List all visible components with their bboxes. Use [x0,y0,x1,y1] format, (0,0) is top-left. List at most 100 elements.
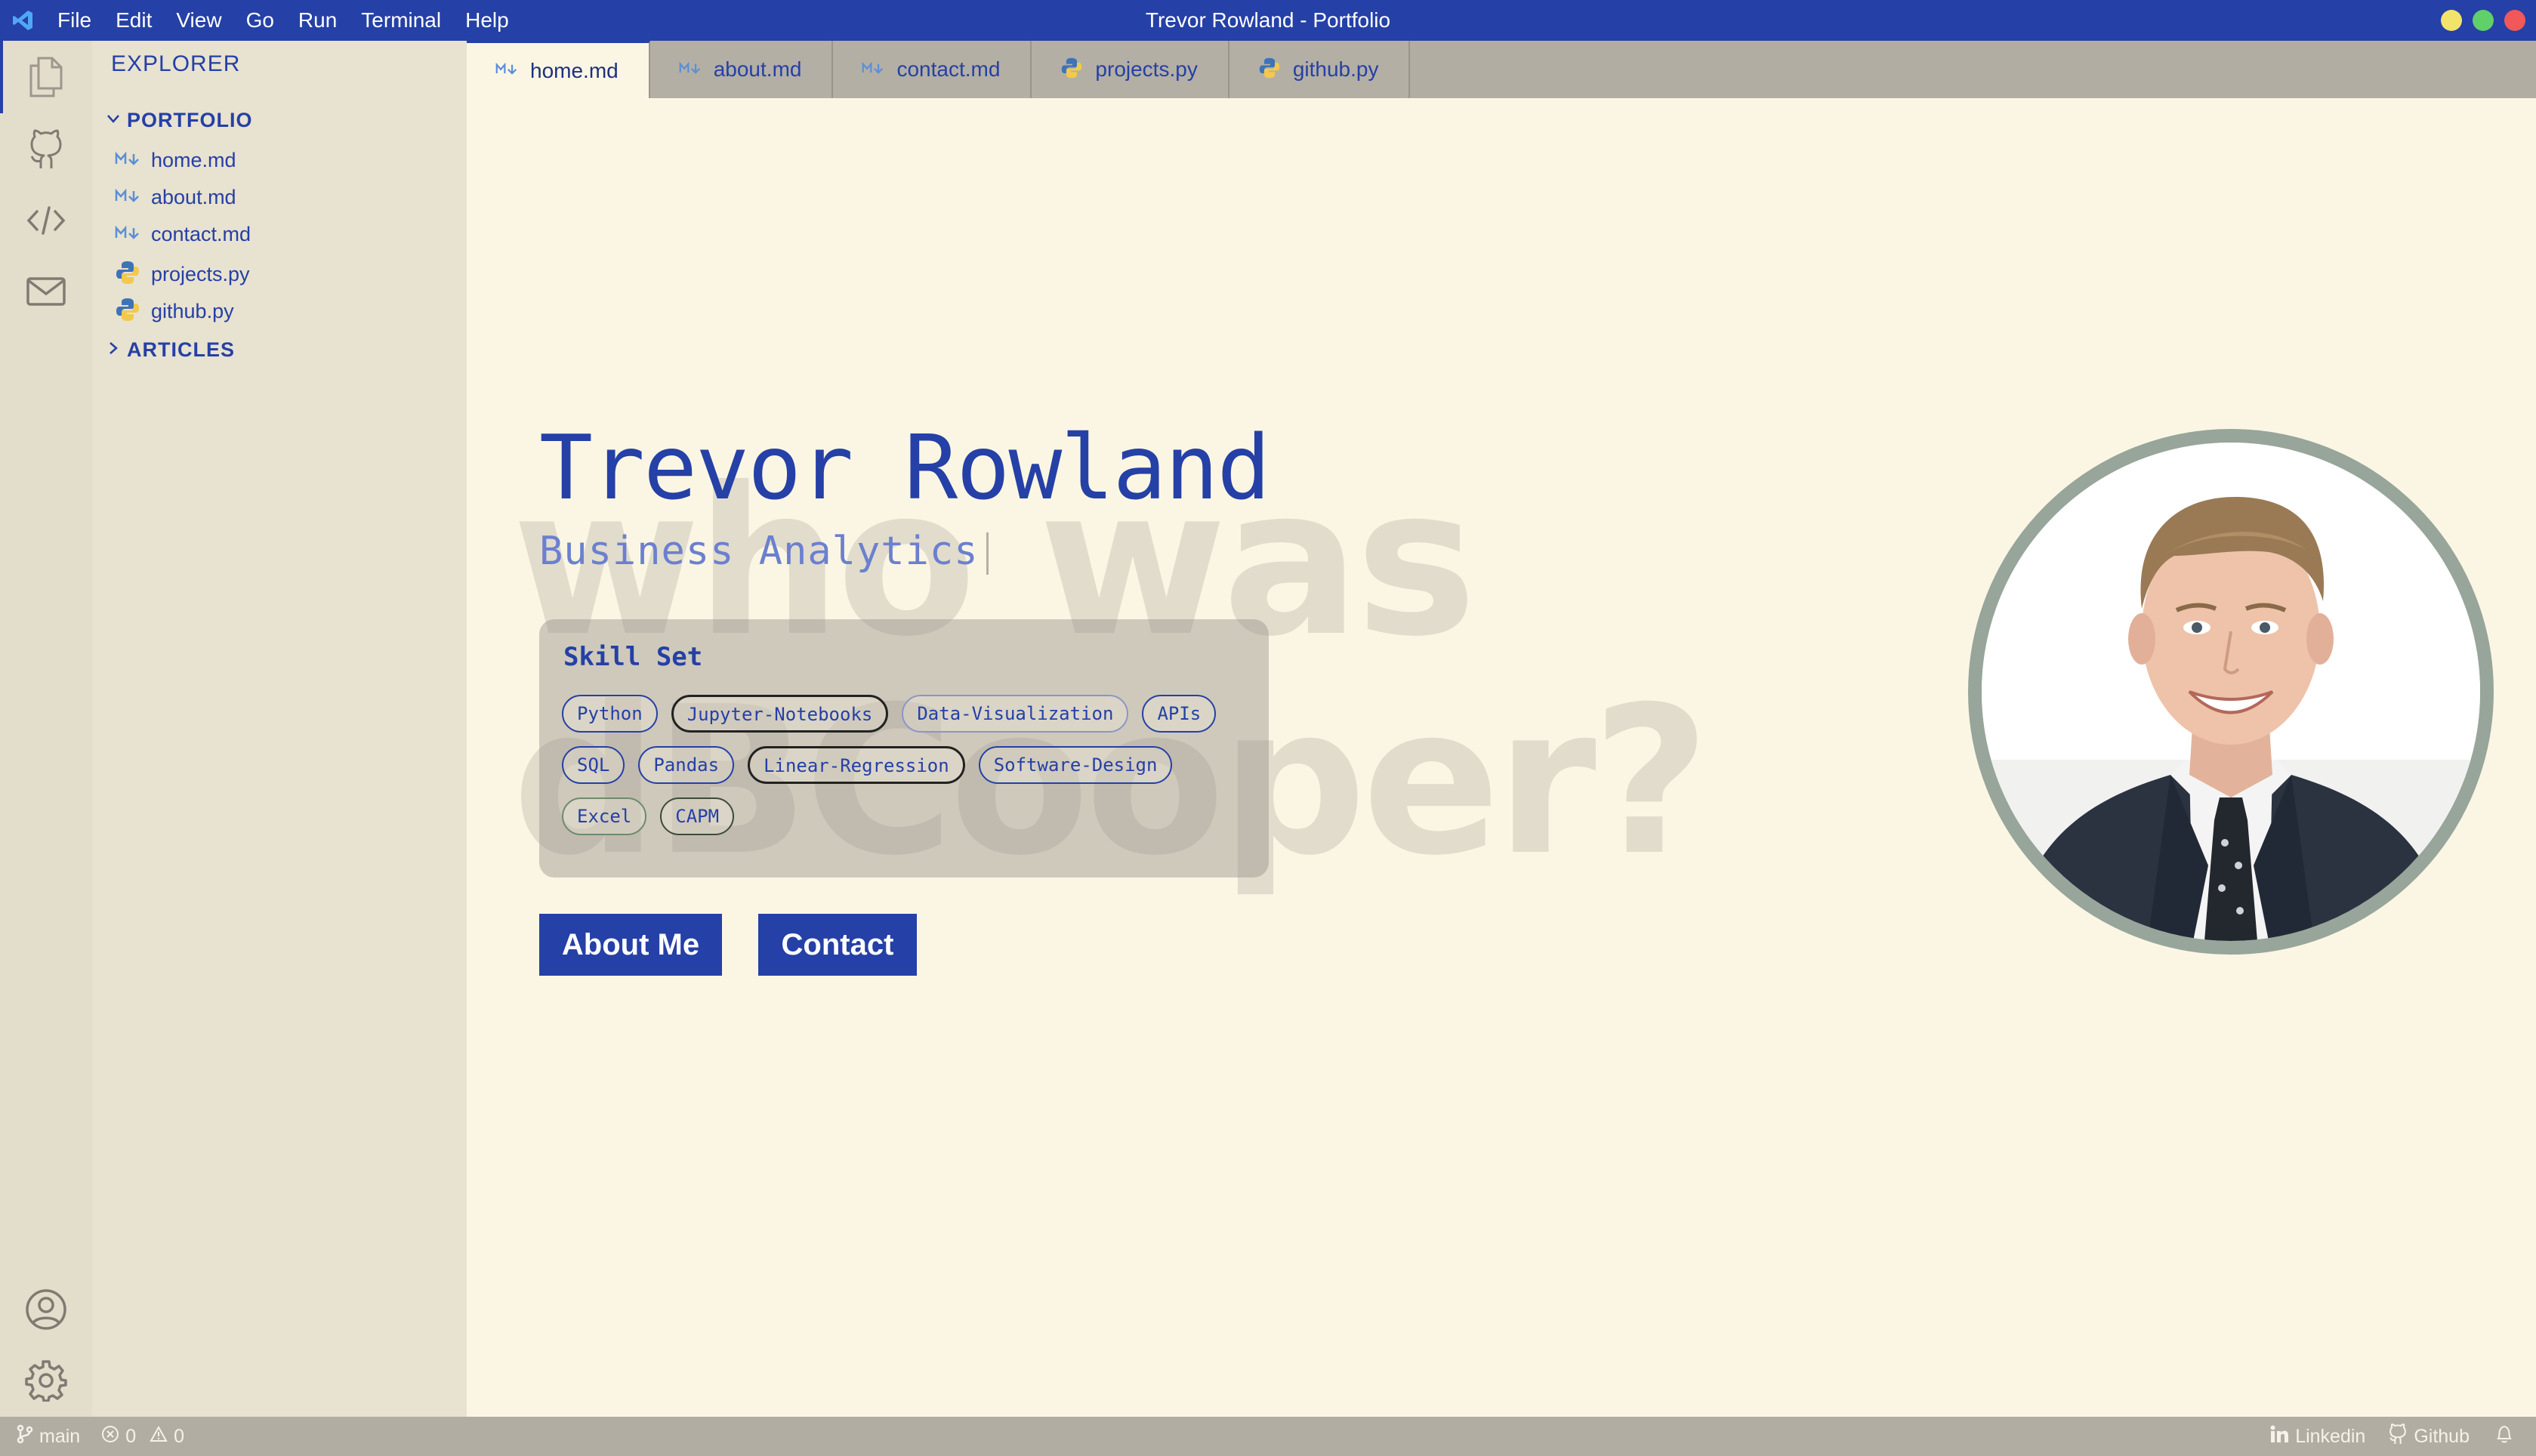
activity-bar [0,41,92,1417]
warning-count: 0 [174,1425,184,1447]
skill-row: Python Jupyter-Notebooks Data-Visualizat… [562,695,1217,733]
skill-row: SQL Pandas Linear-Regression Software-De… [562,746,1173,784]
menu-help[interactable]: Help [453,8,521,32]
github-label: Github [2414,1425,2470,1447]
about-me-button[interactable]: About Me [539,914,722,976]
github-link[interactable]: Github [2388,1423,2470,1450]
python-icon [115,297,140,326]
file-label: about.md [151,186,236,208]
menu-terminal[interactable]: Terminal [349,8,453,32]
chevron-down-icon [106,111,121,130]
markdown-icon [115,151,140,169]
minimize-button[interactable] [2441,10,2462,31]
linkedin-icon [2269,1424,2289,1449]
markdown-icon [862,61,884,78]
explorer-title: EXPLORER [111,51,241,76]
linkedin-label: Linkedin [2295,1425,2366,1447]
tab-projects-py[interactable]: projects.py [1032,41,1229,98]
title-bar: File Edit View Go Run Terminal Help Trev… [0,0,2536,41]
file-home-md[interactable]: home.md [115,149,236,172]
editor-area: who was dBCooper? Trevor Rowland Busines… [467,98,2536,1417]
close-button[interactable] [2504,10,2525,31]
skill-chip: Jupyter-Notebooks [671,695,889,733]
tab-label: about.md [713,57,802,81]
settings-icon[interactable] [23,1358,69,1403]
file-label: projects.py [151,263,250,285]
file-label: contact.md [151,223,251,245]
warning-icon [150,1425,168,1448]
files-icon[interactable] [23,54,69,100]
skill-set-title: Skill Set [563,642,703,672]
branch-indicator[interactable]: main [17,1424,80,1449]
file-about-md[interactable]: about.md [115,186,236,209]
folder-label: PORTFOLIO [127,109,253,131]
file-github-py[interactable]: github.py [115,297,234,326]
skill-chip: Pandas [638,746,735,784]
hero-subtitle: Business Analytics [539,529,989,575]
skill-chip: APIs [1142,695,1217,733]
file-label: github.py [151,300,234,322]
bell-icon [2495,1424,2513,1449]
maximize-button[interactable] [2473,10,2494,31]
notifications-button[interactable] [2495,1424,2513,1449]
github-icon [2388,1423,2408,1450]
skill-chip: Linear-Regression [748,746,965,784]
tab-label: projects.py [1095,57,1198,81]
python-icon [1258,57,1281,83]
folder-articles[interactable]: ARTICLES [106,338,235,362]
tab-github-py[interactable]: github.py [1229,41,1411,98]
subtitle-text: Business Analytics [539,529,979,574]
skill-chip: CAPM [660,797,735,835]
error-count: 0 [125,1425,137,1447]
menu-edit[interactable]: Edit [103,8,164,32]
hero-name: Trevor Rowland [539,415,1271,520]
python-icon [115,260,140,289]
mail-icon[interactable] [23,269,69,314]
tab-about-md[interactable]: about.md [649,41,834,98]
profile-photo [1968,429,2494,955]
problems-indicator[interactable]: 0 0 [101,1425,184,1448]
skill-chip: SQL [562,746,625,784]
vscode-logo-icon [0,0,45,41]
python-icon [1060,57,1083,83]
folder-label: ARTICLES [127,338,235,361]
skill-chip: Python [562,695,658,733]
code-icon[interactable] [23,198,69,243]
markdown-icon [495,62,518,79]
contact-button[interactable]: Contact [758,914,917,976]
markdown-icon [115,188,140,206]
linkedin-link[interactable]: Linkedin [2269,1424,2365,1449]
account-icon[interactable] [23,1287,69,1332]
tab-label: home.md [530,58,619,82]
menu-file[interactable]: File [45,8,103,32]
skill-chip: Excel [562,797,647,835]
file-contact-md[interactable]: contact.md [115,223,251,246]
markdown-icon [679,61,702,78]
skill-set-panel: Skill Set Python Jupyter-Notebooks Data-… [539,619,1269,878]
git-branch-icon [17,1424,33,1449]
github-icon[interactable] [23,127,69,172]
skill-chip: Data-Visualization [902,695,1129,733]
error-icon [101,1425,119,1448]
explorer-sidebar: EXPLORER PORTFOLIO home.md about.md cont… [92,41,467,1417]
window-controls [2441,10,2525,31]
skill-chip: Software-Design [978,746,1173,784]
markdown-icon [115,225,140,243]
menu-bar: File Edit View Go Run Terminal Help [45,0,521,41]
folder-portfolio[interactable]: PORTFOLIO [106,109,253,132]
menu-run[interactable]: Run [286,8,349,32]
file-projects-py[interactable]: projects.py [115,260,250,289]
tab-label: github.py [1292,57,1379,81]
tab-contact-md[interactable]: contact.md [833,41,1032,98]
tab-bar: home.md about.md contact.md projects.py … [467,41,2536,98]
tab-home-md[interactable]: home.md [467,41,650,98]
file-label: home.md [151,149,236,171]
menu-go[interactable]: Go [234,8,286,32]
typing-caret [986,532,989,575]
chevron-right-icon [106,341,121,359]
branch-name: main [39,1425,81,1447]
menu-view[interactable]: View [164,8,233,32]
active-indicator [0,41,3,113]
tab-label: contact.md [896,57,1001,81]
status-bar: main 0 0 Linkedin Github [0,1417,2536,1456]
